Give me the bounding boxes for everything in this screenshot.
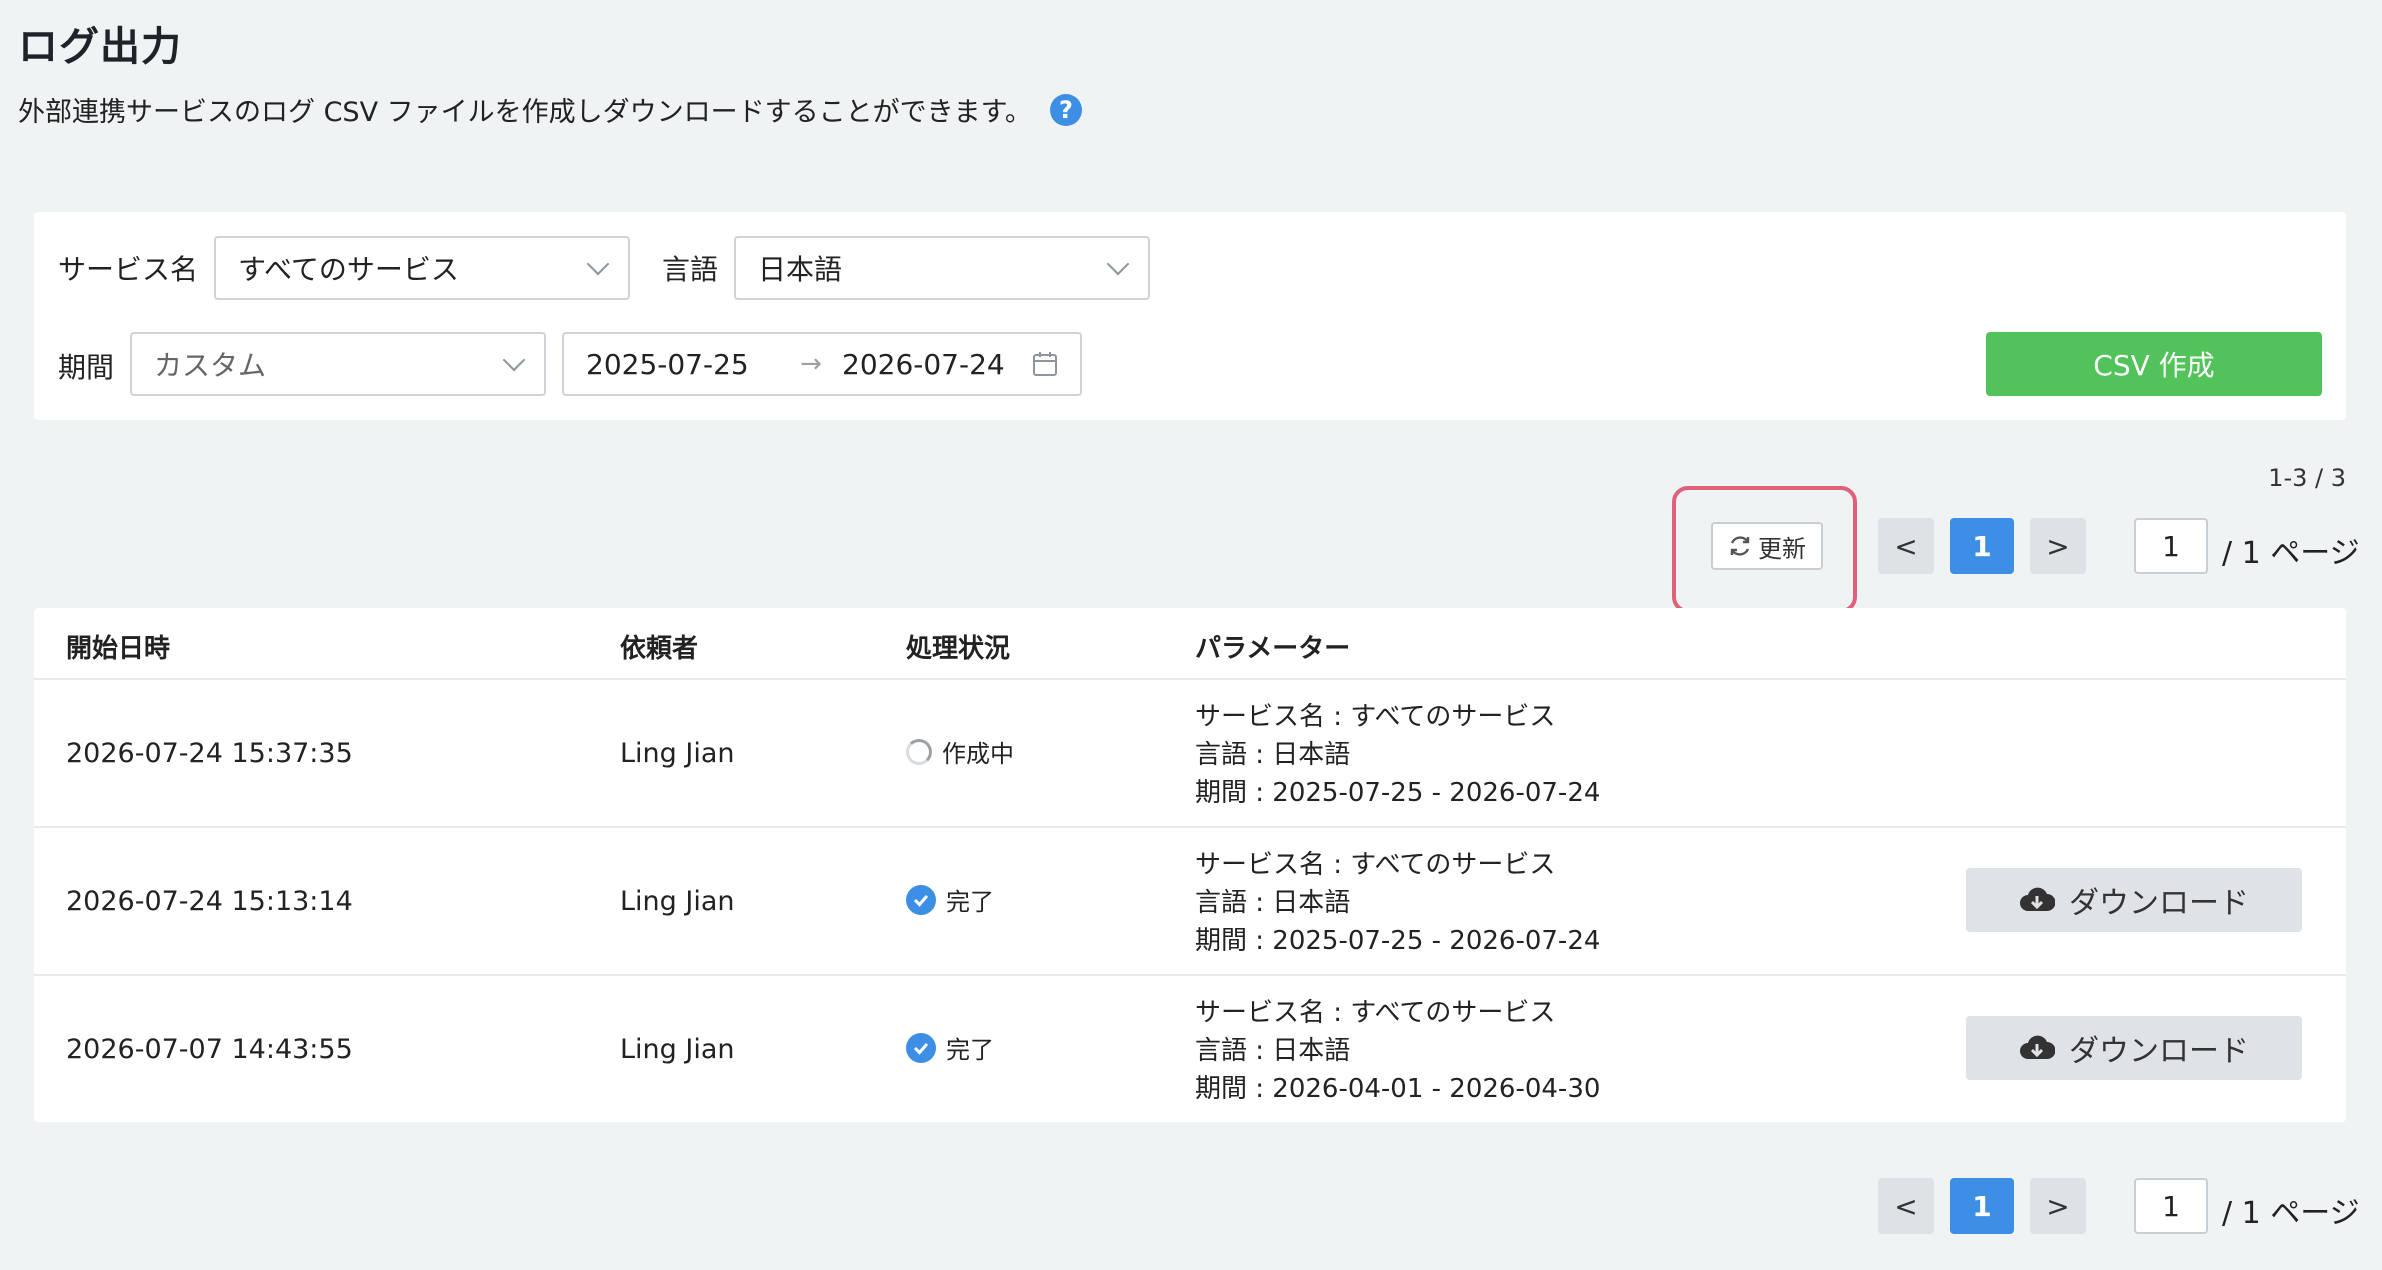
row-requester: Ling Jian — [620, 738, 735, 769]
period-select-value: カスタム — [154, 349, 267, 382]
chevron-down-icon — [1106, 252, 1130, 276]
page-description: 外部連携サービスのログ CSV ファイルを作成しダウンロードすることができます。 — [18, 97, 1032, 128]
page-total-label: / 1 ページ — [2222, 1196, 2360, 1231]
download-label: ダウンロード — [2069, 886, 2249, 921]
param-service: サービス名 : すべてのサービス — [1195, 998, 1556, 1028]
refresh-button[interactable]: 更新 — [1711, 522, 1823, 570]
row-date: 2026-07-24 15:37:35 — [66, 738, 353, 769]
page-1-button[interactable]: 1 — [1950, 1178, 2014, 1234]
row-requester: Ling Jian — [620, 1034, 735, 1065]
next-page-button[interactable]: > — [2030, 1178, 2086, 1234]
date-range-picker[interactable]: 2025-07-25 → 2026-07-24 — [562, 332, 1082, 396]
download-button[interactable]: ダウンロード — [1966, 1016, 2302, 1080]
language-select-value: 日本語 — [758, 253, 843, 286]
param-service: サービス名 : すべてのサービス — [1195, 702, 1556, 732]
refresh-label: 更新 — [1758, 534, 1806, 563]
param-period: 期間 : 2026-04-01 - 2026-04-30 — [1195, 1074, 1601, 1104]
row-params: サービス名 : すべてのサービス 言語 : 日本語 期間 : 2026-04-0… — [1195, 994, 1600, 1108]
page-title: ログ出力 — [18, 24, 182, 70]
param-period: 期間 : 2025-07-25 - 2026-07-24 — [1195, 778, 1601, 808]
row-date: 2026-07-07 14:43:55 — [66, 1034, 353, 1065]
pagination-bottom: < 1 > 1 / 1 ページ — [1878, 1178, 2360, 1234]
next-page-button[interactable]: > — [2030, 518, 2086, 574]
cloud-download-icon — [2020, 1035, 2055, 1059]
pagination-top: < 1 > 1 / 1 ページ — [1878, 518, 2360, 574]
table-row: 2026-07-24 15:13:14 Ling Jian 完了 サービス名 :… — [34, 828, 2346, 976]
param-language: 言語 : 日本語 — [1195, 1036, 1351, 1066]
language-select[interactable]: 日本語 — [734, 236, 1150, 300]
row-status: 完了 — [906, 1030, 994, 1065]
calendar-icon[interactable] — [1032, 351, 1058, 377]
param-language: 言語 : 日本語 — [1195, 740, 1351, 770]
col-header-requester: 依頼者 — [620, 634, 699, 664]
row-params: サービス名 : すべてのサービス 言語 : 日本語 期間 : 2025-07-2… — [1195, 846, 1600, 960]
check-circle-icon — [906, 884, 936, 915]
page-number-input[interactable]: 1 — [2134, 518, 2208, 574]
log-table: 開始日時 依頼者 処理状況 パラメーター 2026-07-24 15:37:35… — [34, 608, 2346, 1122]
period-label: 期間 — [58, 351, 115, 384]
service-select[interactable]: すべてのサービス — [214, 236, 630, 300]
page-1-button[interactable]: 1 — [1950, 518, 2014, 574]
page-total-label: / 1 ページ — [2222, 536, 2360, 571]
row-status-label: 完了 — [946, 1036, 994, 1064]
row-status: 作成中 — [906, 734, 1014, 769]
chevron-down-icon — [586, 252, 610, 276]
col-header-date: 開始日時 — [66, 634, 171, 664]
row-status-label: 完了 — [946, 888, 994, 916]
row-status: 完了 — [906, 882, 994, 917]
col-header-status: 処理状況 — [906, 634, 1011, 664]
chevron-down-icon — [502, 348, 526, 372]
refresh-icon — [1730, 536, 1750, 556]
cloud-download-icon — [2020, 887, 2055, 911]
page-description-row: 外部連携サービスのログ CSV ファイルを作成しダウンロードすることができます。… — [18, 90, 1082, 129]
filter-panel: サービス名 すべてのサービス 言語 日本語 期間 カスタム 2025-07-25… — [34, 212, 2346, 420]
service-label: サービス名 — [58, 253, 199, 286]
question-circle-icon[interactable]: ? — [1049, 93, 1082, 126]
param-language: 言語 : 日本語 — [1195, 888, 1351, 918]
table-header: 開始日時 依頼者 処理状況 パラメーター — [34, 608, 2346, 680]
csv-create-button[interactable]: CSV 作成 — [1986, 332, 2322, 396]
language-label: 言語 — [662, 253, 719, 286]
service-select-value: すべてのサービス — [238, 253, 459, 286]
date-range-arrow: → — [800, 349, 822, 379]
param-service: サービス名 : すべてのサービス — [1195, 850, 1556, 880]
page-number-input[interactable]: 1 — [2134, 1178, 2208, 1234]
log-output-page: ログ出力 外部連携サービスのログ CSV ファイルを作成しダウンロードすることが… — [0, 0, 2382, 1270]
download-button[interactable]: ダウンロード — [1966, 868, 2302, 932]
download-label: ダウンロード — [2069, 1034, 2249, 1069]
table-row: 2026-07-07 14:43:55 Ling Jian 完了 サービス名 :… — [34, 976, 2346, 1124]
check-circle-icon — [906, 1032, 936, 1063]
param-period: 期間 : 2025-07-25 - 2026-07-24 — [1195, 926, 1601, 956]
col-header-params: パラメーター — [1195, 634, 1351, 664]
period-select[interactable]: カスタム — [130, 332, 546, 396]
row-date: 2026-07-24 15:13:14 — [66, 886, 353, 917]
row-params: サービス名 : すべてのサービス 言語 : 日本語 期間 : 2025-07-2… — [1195, 698, 1600, 812]
table-row: 2026-07-24 15:37:35 Ling Jian 作成中 サービス名 … — [34, 680, 2346, 828]
spinner-icon — [906, 738, 932, 765]
row-status-label: 作成中 — [942, 740, 1014, 768]
row-requester: Ling Jian — [620, 886, 735, 917]
prev-page-button[interactable]: < — [1878, 518, 1934, 574]
date-end-input[interactable]: 2026-07-24 — [836, 348, 1032, 381]
prev-page-button[interactable]: < — [1878, 1178, 1934, 1234]
date-start-input[interactable]: 2025-07-25 — [586, 348, 786, 381]
result-range: 1-3 / 3 — [2268, 464, 2346, 492]
